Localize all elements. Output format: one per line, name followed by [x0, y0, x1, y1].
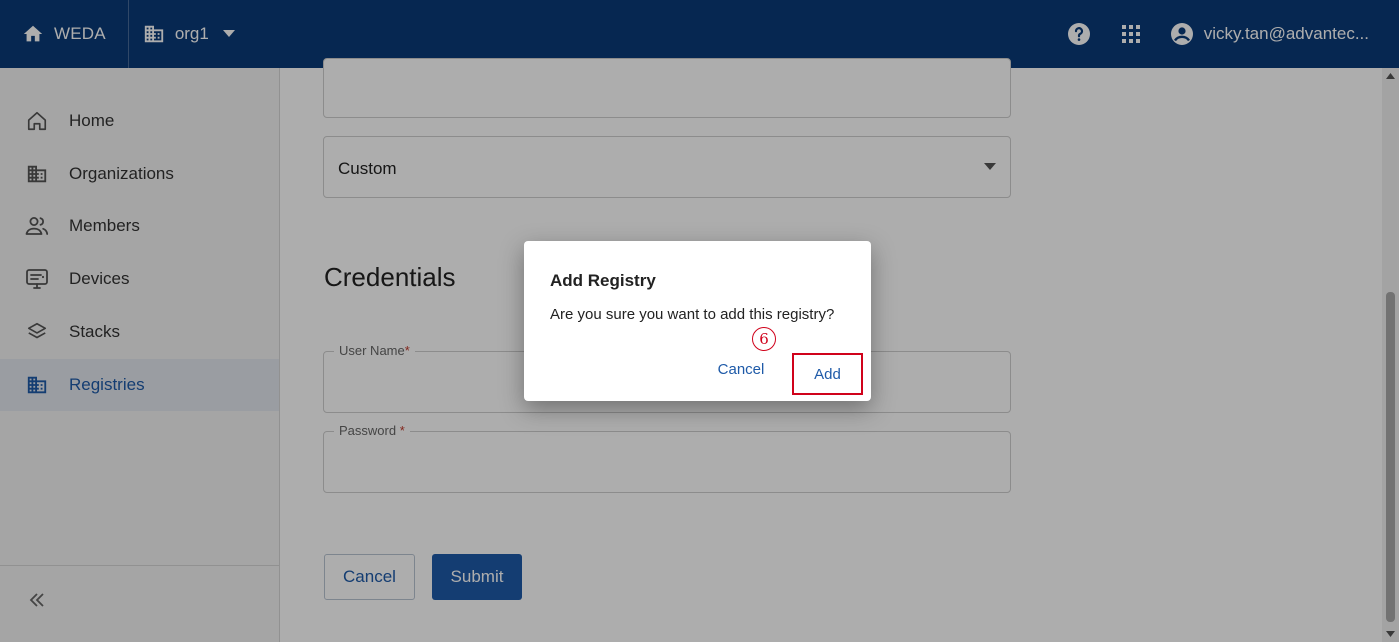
step-marker: 6: [752, 327, 776, 351]
dialog-add-button[interactable]: Add: [792, 353, 863, 395]
add-registry-dialog: Add Registry Are you sure you want to ad…: [524, 241, 871, 401]
dialog-cancel-button[interactable]: Cancel: [710, 361, 772, 378]
dialog-title: Add Registry: [550, 271, 656, 290]
dialog-message: Are you sure you want to add this regist…: [550, 306, 835, 323]
